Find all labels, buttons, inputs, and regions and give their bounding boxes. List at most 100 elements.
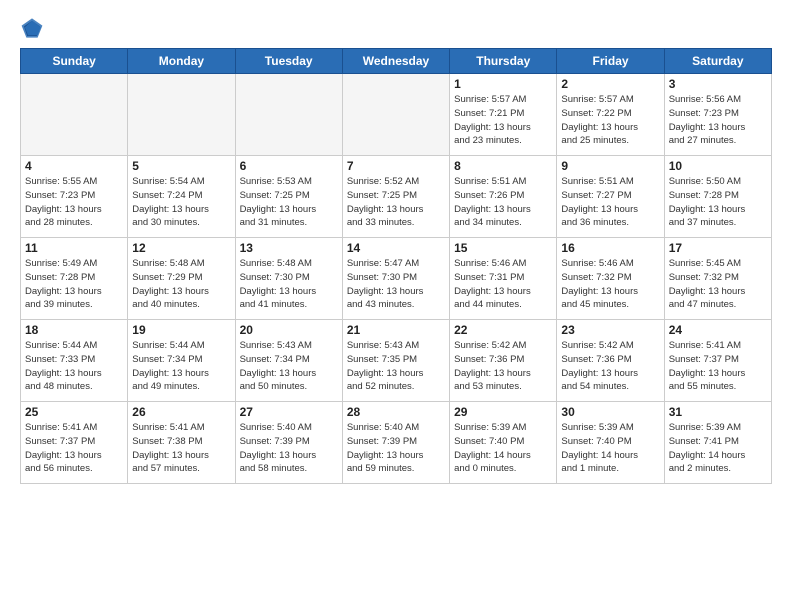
day-info: Sunrise: 5:57 AM Sunset: 7:22 PM Dayligh… [561,93,659,148]
day-number: 2 [561,77,659,91]
day-info: Sunrise: 5:46 AM Sunset: 7:31 PM Dayligh… [454,257,552,312]
day-number: 22 [454,323,552,337]
calendar-page: SundayMondayTuesdayWednesdayThursdayFrid… [0,0,792,612]
day-info: Sunrise: 5:43 AM Sunset: 7:35 PM Dayligh… [347,339,445,394]
day-number: 19 [132,323,230,337]
weekday-thursday: Thursday [450,49,557,74]
day-cell-29: 29 Sunrise: 5:39 AM Sunset: 7:40 PM Dayli… [450,402,557,484]
day-info: Sunrise: 5:52 AM Sunset: 7:25 PM Dayligh… [347,175,445,230]
day-info: Sunrise: 5:51 AM Sunset: 7:26 PM Dayligh… [454,175,552,230]
week-row-5: 25Sunrise: 5:41 AM Sunset: 7:37 PM Dayli… [21,402,772,484]
logo-icon [20,16,44,40]
day-info: Sunrise: 5:46 AM Sunset: 7:32 PM Dayligh… [561,257,659,312]
weekday-wednesday: Wednesday [342,49,449,74]
day-cell-16: 16 Sunrise: 5:46 AM Sunset: 7:32 PM Dayli… [557,238,664,320]
calendar-table: SundayMondayTuesdayWednesdayThursdayFrid… [20,48,772,484]
day-cell-3: 3Sunrise: 5:56 AM Sunset: 7:23 PM Daylig… [664,74,771,156]
day-info: Sunrise: 5:50 AM Sunset: 7:28 PM Dayligh… [669,175,767,230]
day-info: Sunrise: 5:42 AM Sunset: 7:36 PM Dayligh… [454,339,552,394]
day-cell-11: 11Sunrise: 5:49 AM Sunset: 7:28 PM Dayli… [21,238,128,320]
day-info: Sunrise: 5:39 AM Sunset: 7:40 PM Dayligh… [561,421,659,476]
weekday-saturday: Saturday [664,49,771,74]
day-number: 26 [132,405,230,419]
day-number: 12 [132,241,230,255]
day-cell-24: 24Sunrise: 5:41 AM Sunset: 7:37 PM Dayli… [664,320,771,402]
logo [20,16,48,40]
day-info: Sunrise: 5:40 AM Sunset: 7:39 PM Dayligh… [240,421,338,476]
day-cell-7: 7 Sunrise: 5:52 AM Sunset: 7:25 PM Daylig… [342,156,449,238]
weekday-tuesday: Tuesday [235,49,342,74]
day-info: Sunrise: 5:51 AM Sunset: 7:27 PM Dayligh… [561,175,659,230]
day-info: Sunrise: 5:55 AM Sunset: 7:23 PM Dayligh… [25,175,123,230]
day-cell-31: 31 Sunrise: 5:39 AM Sunset: 7:41 PM Dayli… [664,402,771,484]
weekday-friday: Friday [557,49,664,74]
day-info: Sunrise: 5:57 AM Sunset: 7:21 PM Dayligh… [454,93,552,148]
weekday-header-row: SundayMondayTuesdayWednesdayThursdayFrid… [21,49,772,74]
day-number: 4 [25,159,123,173]
header [20,16,772,40]
week-row-4: 18 Sunrise: 5:44 AM Sunset: 7:33 PM Dayli… [21,320,772,402]
day-number: 25 [25,405,123,419]
day-cell-18: 18 Sunrise: 5:44 AM Sunset: 7:33 PM Dayli… [21,320,128,402]
day-cell-25: 25Sunrise: 5:41 AM Sunset: 7:37 PM Dayli… [21,402,128,484]
day-number: 16 [561,241,659,255]
day-cell-13: 13 Sunrise: 5:48 AM Sunset: 7:30 PM Dayli… [235,238,342,320]
day-cell-6: 6 Sunrise: 5:53 AM Sunset: 7:25 PM Daylig… [235,156,342,238]
day-number: 27 [240,405,338,419]
day-number: 13 [240,241,338,255]
day-cell-9: 9 Sunrise: 5:51 AM Sunset: 7:27 PM Daylig… [557,156,664,238]
weekday-monday: Monday [128,49,235,74]
day-number: 15 [454,241,552,255]
day-cell-23: 23 Sunrise: 5:42 AM Sunset: 7:36 PM Dayli… [557,320,664,402]
day-info: Sunrise: 5:43 AM Sunset: 7:34 PM Dayligh… [240,339,338,394]
day-info: Sunrise: 5:42 AM Sunset: 7:36 PM Dayligh… [561,339,659,394]
day-info: Sunrise: 5:48 AM Sunset: 7:30 PM Dayligh… [240,257,338,312]
day-cell-2: 2 Sunrise: 5:57 AM Sunset: 7:22 PM Daylig… [557,74,664,156]
week-row-2: 4 Sunrise: 5:55 AM Sunset: 7:23 PM Daylig… [21,156,772,238]
day-info: Sunrise: 5:45 AM Sunset: 7:32 PM Dayligh… [669,257,767,312]
day-number: 29 [454,405,552,419]
empty-cell [342,74,449,156]
empty-cell [128,74,235,156]
empty-cell [235,74,342,156]
day-cell-17: 17Sunrise: 5:45 AM Sunset: 7:32 PM Dayli… [664,238,771,320]
day-number: 10 [669,159,767,173]
day-number: 6 [240,159,338,173]
day-cell-5: 5Sunrise: 5:54 AM Sunset: 7:24 PM Daylig… [128,156,235,238]
day-info: Sunrise: 5:47 AM Sunset: 7:30 PM Dayligh… [347,257,445,312]
day-cell-4: 4 Sunrise: 5:55 AM Sunset: 7:23 PM Daylig… [21,156,128,238]
day-number: 28 [347,405,445,419]
day-cell-19: 19 Sunrise: 5:44 AM Sunset: 7:34 PM Dayli… [128,320,235,402]
day-number: 3 [669,77,767,91]
day-cell-12: 12 Sunrise: 5:48 AM Sunset: 7:29 PM Dayli… [128,238,235,320]
day-number: 7 [347,159,445,173]
empty-cell [21,74,128,156]
day-cell-22: 22 Sunrise: 5:42 AM Sunset: 7:36 PM Dayli… [450,320,557,402]
week-row-1: 1Sunrise: 5:57 AM Sunset: 7:21 PM Daylig… [21,74,772,156]
day-info: Sunrise: 5:41 AM Sunset: 7:37 PM Dayligh… [669,339,767,394]
day-info: Sunrise: 5:40 AM Sunset: 7:39 PM Dayligh… [347,421,445,476]
day-info: Sunrise: 5:44 AM Sunset: 7:34 PM Dayligh… [132,339,230,394]
weekday-sunday: Sunday [21,49,128,74]
day-number: 9 [561,159,659,173]
day-info: Sunrise: 5:44 AM Sunset: 7:33 PM Dayligh… [25,339,123,394]
day-cell-30: 30 Sunrise: 5:39 AM Sunset: 7:40 PM Dayli… [557,402,664,484]
day-number: 30 [561,405,659,419]
day-number: 23 [561,323,659,337]
day-cell-15: 15 Sunrise: 5:46 AM Sunset: 7:31 PM Dayli… [450,238,557,320]
week-row-3: 11Sunrise: 5:49 AM Sunset: 7:28 PM Dayli… [21,238,772,320]
day-number: 8 [454,159,552,173]
day-cell-28: 28 Sunrise: 5:40 AM Sunset: 7:39 PM Dayli… [342,402,449,484]
day-cell-27: 27 Sunrise: 5:40 AM Sunset: 7:39 PM Dayli… [235,402,342,484]
day-info: Sunrise: 5:39 AM Sunset: 7:40 PM Dayligh… [454,421,552,476]
day-number: 18 [25,323,123,337]
day-info: Sunrise: 5:48 AM Sunset: 7:29 PM Dayligh… [132,257,230,312]
day-cell-20: 20 Sunrise: 5:43 AM Sunset: 7:34 PM Dayli… [235,320,342,402]
day-number: 20 [240,323,338,337]
day-info: Sunrise: 5:41 AM Sunset: 7:38 PM Dayligh… [132,421,230,476]
day-number: 5 [132,159,230,173]
day-cell-10: 10 Sunrise: 5:50 AM Sunset: 7:28 PM Dayli… [664,156,771,238]
day-number: 31 [669,405,767,419]
day-info: Sunrise: 5:53 AM Sunset: 7:25 PM Dayligh… [240,175,338,230]
day-info: Sunrise: 5:39 AM Sunset: 7:41 PM Dayligh… [669,421,767,476]
